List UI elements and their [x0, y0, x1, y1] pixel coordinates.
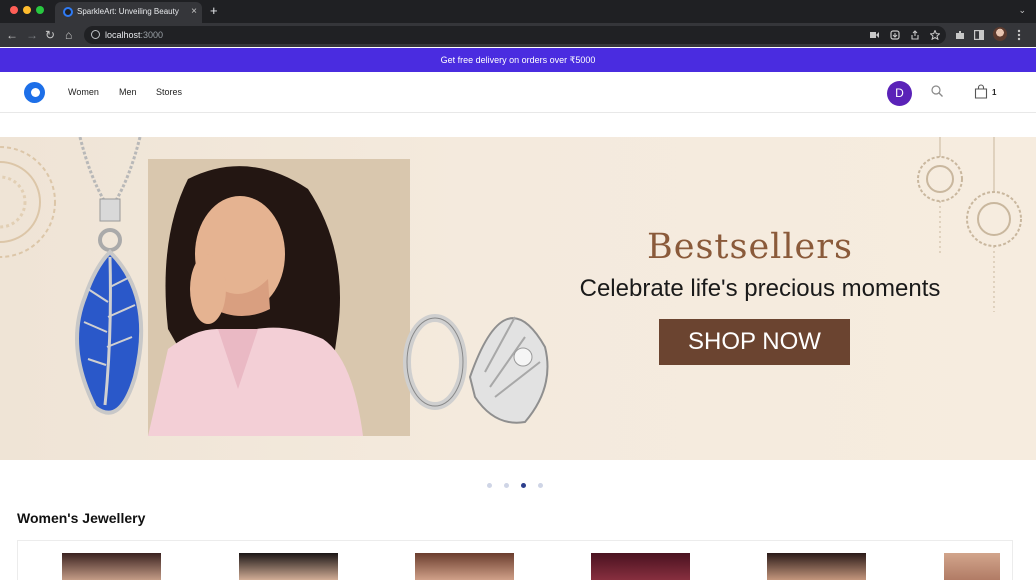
hero-title: Bestsellers: [647, 227, 853, 267]
new-tab-button[interactable]: +: [210, 3, 218, 19]
profile-avatar[interactable]: [993, 27, 1007, 41]
reload-icon[interactable]: ↻: [45, 27, 55, 43]
url-text: localhost:3000: [105, 30, 163, 40]
browser-tab[interactable]: SparkleArt: Unveiling Beauty - ×: [55, 2, 202, 23]
product-card[interactable]: [62, 553, 161, 580]
extensions-icon[interactable]: [955, 30, 965, 40]
nav-men[interactable]: Men: [119, 87, 137, 97]
sidepanel-icon[interactable]: [974, 30, 984, 40]
minimize-window-button[interactable]: [23, 6, 31, 14]
url-port: :3000: [140, 30, 164, 40]
product-carousel: [17, 540, 1013, 580]
home-icon[interactable]: ⌂: [65, 27, 72, 43]
bookmark-star-icon[interactable]: [930, 30, 940, 40]
camera-icon[interactable]: [870, 31, 879, 39]
carousel-dot-3[interactable]: [521, 483, 526, 488]
back-icon[interactable]: ←: [6, 27, 18, 43]
tab-search-button[interactable]: ⌄: [1018, 5, 1026, 16]
install-icon[interactable]: [890, 30, 900, 40]
cart-count-badge: 1: [992, 88, 997, 97]
nav-stores[interactable]: Stores: [156, 87, 182, 97]
favicon-icon: [63, 7, 73, 17]
model-illustration: [148, 159, 410, 436]
forward-icon[interactable]: →: [26, 27, 38, 43]
hero-carousel[interactable]: Bestsellers Celebrate life's precious mo…: [0, 137, 1036, 460]
search-icon[interactable]: [931, 85, 943, 97]
browser-toolbar: ← → ↻ ⌂ localhost:3000: [0, 23, 1036, 47]
rings-image: [403, 314, 549, 424]
product-card[interactable]: [767, 553, 866, 580]
mandala-left-decoration: [0, 146, 56, 258]
share-icon[interactable]: [910, 30, 920, 40]
tab-close-icon[interactable]: ×: [191, 5, 197, 19]
carousel-dot-2[interactable]: [504, 483, 509, 488]
address-bar[interactable]: localhost:3000: [84, 26, 946, 44]
model-photo: [148, 159, 410, 436]
product-card[interactable]: [239, 553, 338, 580]
shop-now-button[interactable]: SHOP NOW: [659, 319, 850, 365]
logo-icon[interactable]: [24, 82, 45, 103]
lock-icon[interactable]: [91, 30, 100, 39]
product-card[interactable]: [415, 553, 514, 580]
site-header: Women Men Stores D 1: [0, 72, 1036, 113]
browser-tab-bar: SparkleArt: Unveiling Beauty - × + ⌄: [0, 0, 1036, 23]
bag-icon[interactable]: [974, 84, 988, 99]
nav-women[interactable]: Women: [68, 87, 99, 97]
product-card[interactable]: [944, 553, 1000, 580]
promo-banner: Get free delivery on orders over ₹5000: [0, 48, 1036, 72]
carousel-dot-4[interactable]: [538, 483, 543, 488]
user-avatar[interactable]: D: [887, 81, 912, 106]
more-menu-icon[interactable]: [1017, 29, 1021, 41]
section-title: Women's Jewellery: [17, 510, 146, 526]
url-host: localhost: [105, 30, 141, 40]
product-card[interactable]: [591, 553, 690, 580]
leaf-pendant-image: [75, 137, 144, 415]
tab-title: SparkleArt: Unveiling Beauty -: [77, 7, 181, 16]
carousel-dot-1[interactable]: [487, 483, 492, 488]
close-window-button[interactable]: [10, 6, 18, 14]
zoom-window-button[interactable]: [36, 6, 44, 14]
hero-subtitle: Celebrate life's precious moments: [579, 275, 941, 302]
